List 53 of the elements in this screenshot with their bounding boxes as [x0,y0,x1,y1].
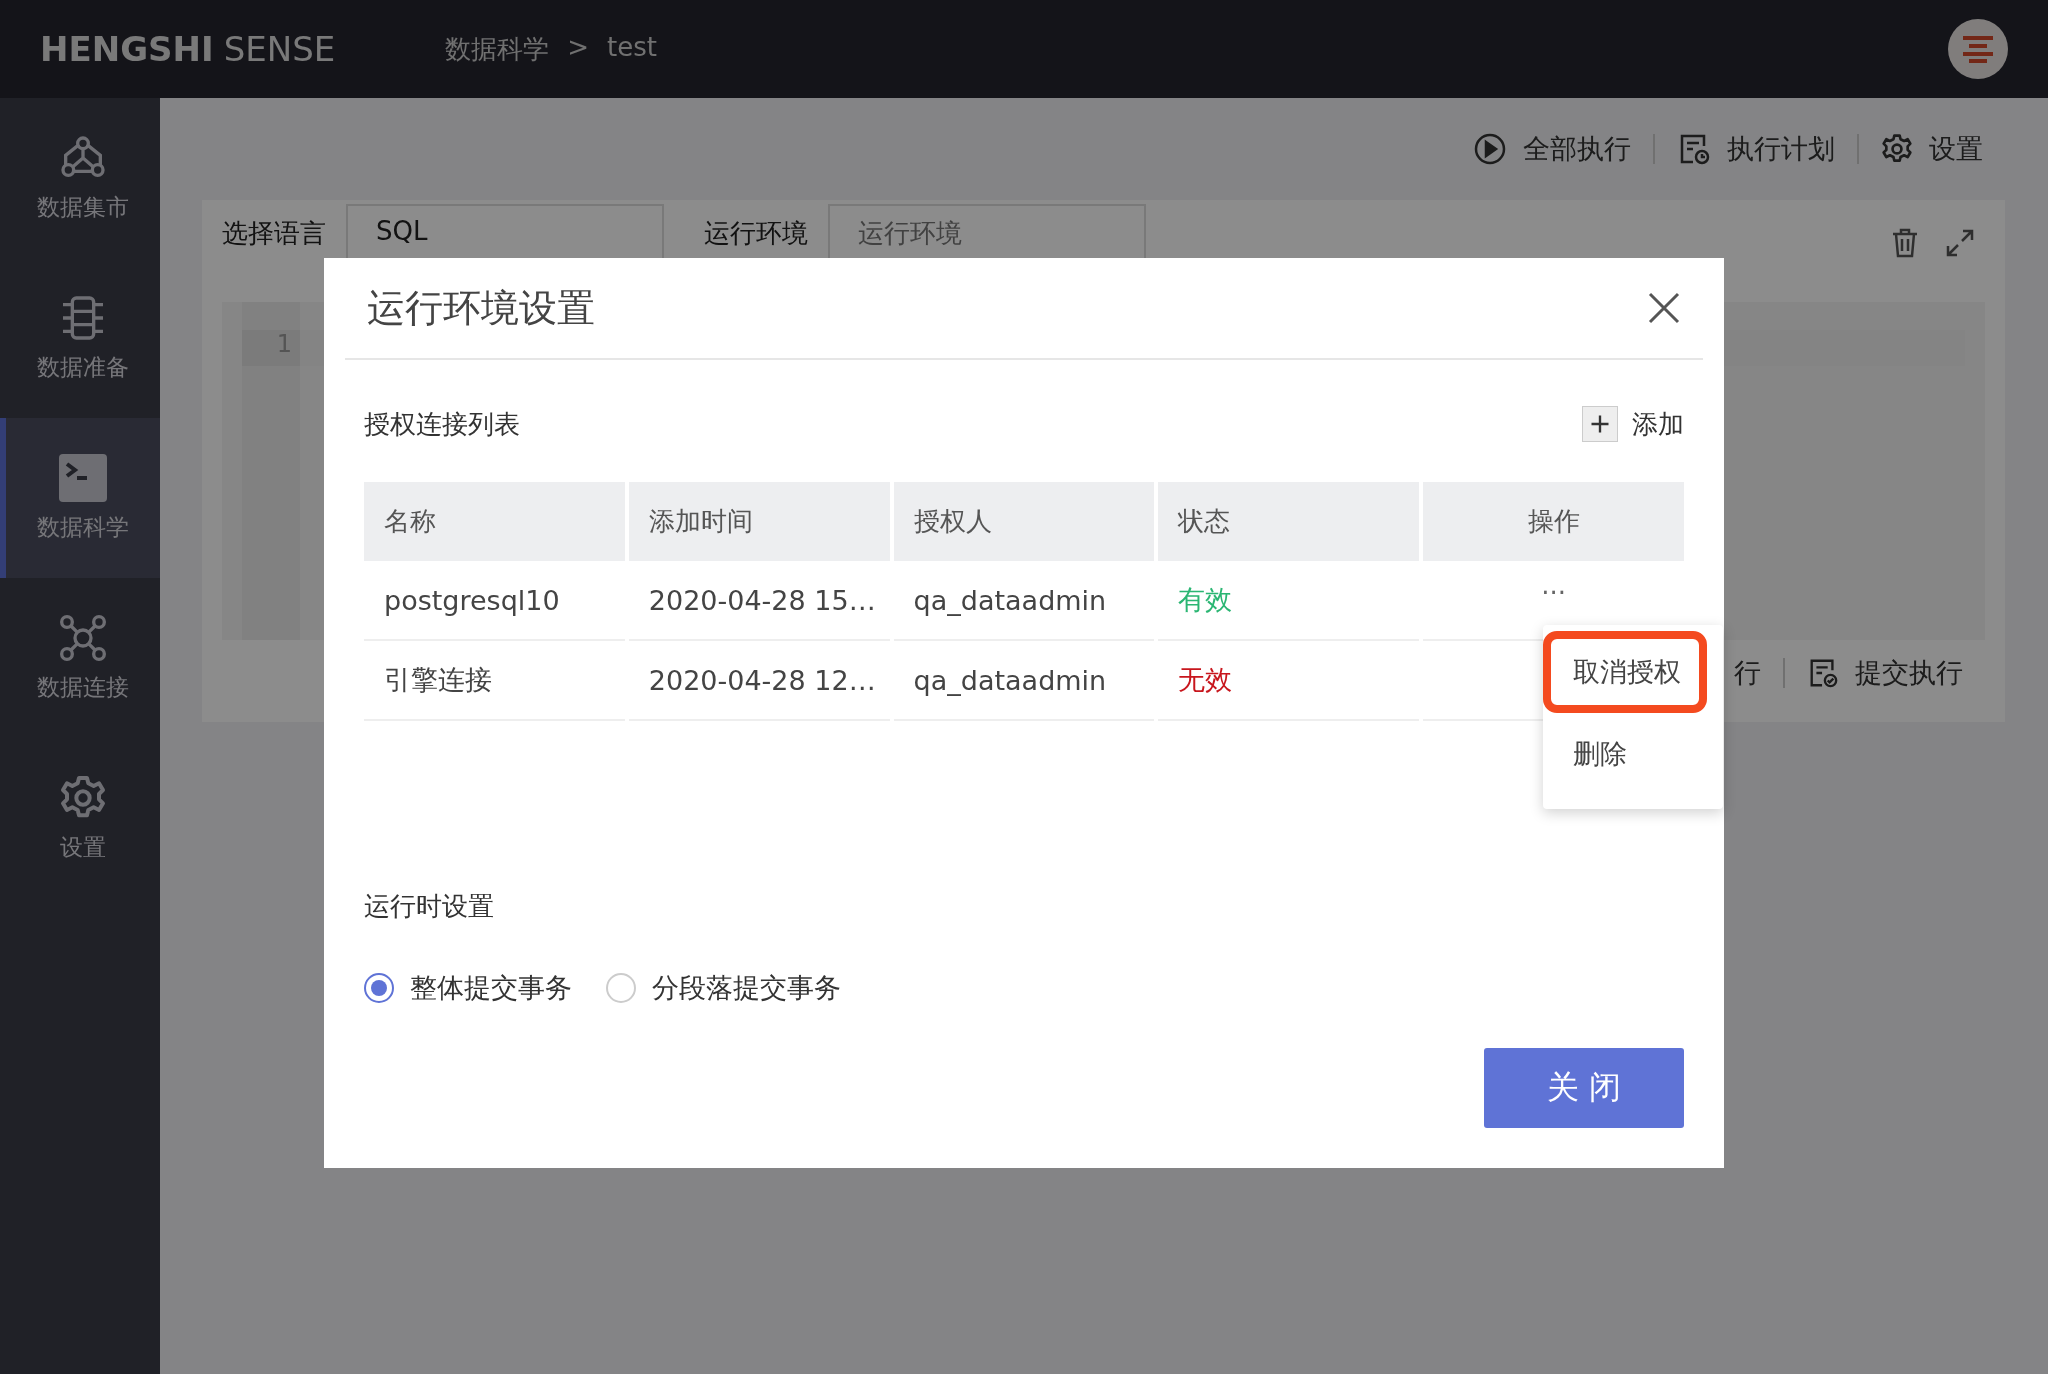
add-button[interactable]: 添加 [1582,406,1684,442]
sidebar-label: 数据集市 [37,192,129,222]
run-button[interactable]: 行 [1712,655,1783,691]
sidebar-label: 设置 [60,832,106,862]
table-cell: qa_dataadmin [893,641,1155,721]
sidebar-item[interactable]: 数据准备 [0,258,160,418]
column-header: 添加时间 [628,482,890,561]
toolbar-button[interactable]: 设置 [1859,131,2005,167]
column-header: 状态 [1158,482,1420,561]
sidebar-item[interactable]: 数据科学 [0,418,160,578]
sidebar-label: 数据准备 [37,352,129,382]
table-cell: postgresql10 [364,561,625,641]
sidebar-item[interactable]: 设置 [0,738,160,898]
toolbar-button[interactable]: 执行计划 [1655,131,1857,167]
logo: HENGSHI SENSE [40,29,336,69]
field-label: 运行环境 [704,217,808,250]
breadcrumb-item[interactable]: 数据科学 [445,31,550,67]
table-cell: 引擎连接 [364,641,625,721]
menu-item[interactable]: 删除 [1543,713,1707,795]
network-icon [59,613,107,662]
avatar-icon[interactable] [1948,19,2008,79]
radio-option[interactable]: 整体提交事务 [364,970,572,1006]
sidebar-item[interactable]: 数据连接 [0,578,160,738]
radio-option[interactable]: 分段落提交事务 [606,970,841,1006]
close-button[interactable]: 关 闭 [1484,1048,1684,1128]
column-header: 授权人 [893,482,1155,561]
breadcrumb-item[interactable]: test [607,31,657,67]
expand-icon[interactable] [1945,228,1975,258]
more-button[interactable]: ··· [1541,578,1566,608]
close-icon[interactable] [1647,291,1681,325]
status-cell: 有效 [1158,561,1420,641]
status-cell: 无效 [1158,641,1420,721]
plus-icon [1582,406,1618,442]
play-icon [1473,132,1507,166]
table-cell: 2020-04-28 15… [628,561,890,641]
sidebar-label: 数据科学 [37,512,129,542]
settings-icon [1881,133,1913,165]
sidebar-label: 数据连接 [37,672,129,702]
menu-item[interactable]: 取消授权 [1543,631,1707,713]
terminal-icon [59,453,107,502]
breadcrumb-separator: > [567,31,589,64]
column-header: 操作 [1423,482,1684,561]
section-title: 授权连接列表 [364,407,520,441]
toolbar-button[interactable]: 全部执行 [1451,131,1653,167]
section-title: 运行时设置 [364,890,495,923]
table-cell: 2020-04-28 12… [628,641,890,721]
run-button[interactable]: 提交执行 [1785,655,1985,691]
dialog-title: 运行环境设置 [367,284,595,332]
sidebar-item[interactable]: 数据集市 [0,98,160,258]
column-header: 名称 [364,482,625,561]
table-cell: qa_dataadmin [893,561,1155,641]
field-label: 选择语言 [222,217,326,250]
trash-icon[interactable] [1891,228,1919,258]
